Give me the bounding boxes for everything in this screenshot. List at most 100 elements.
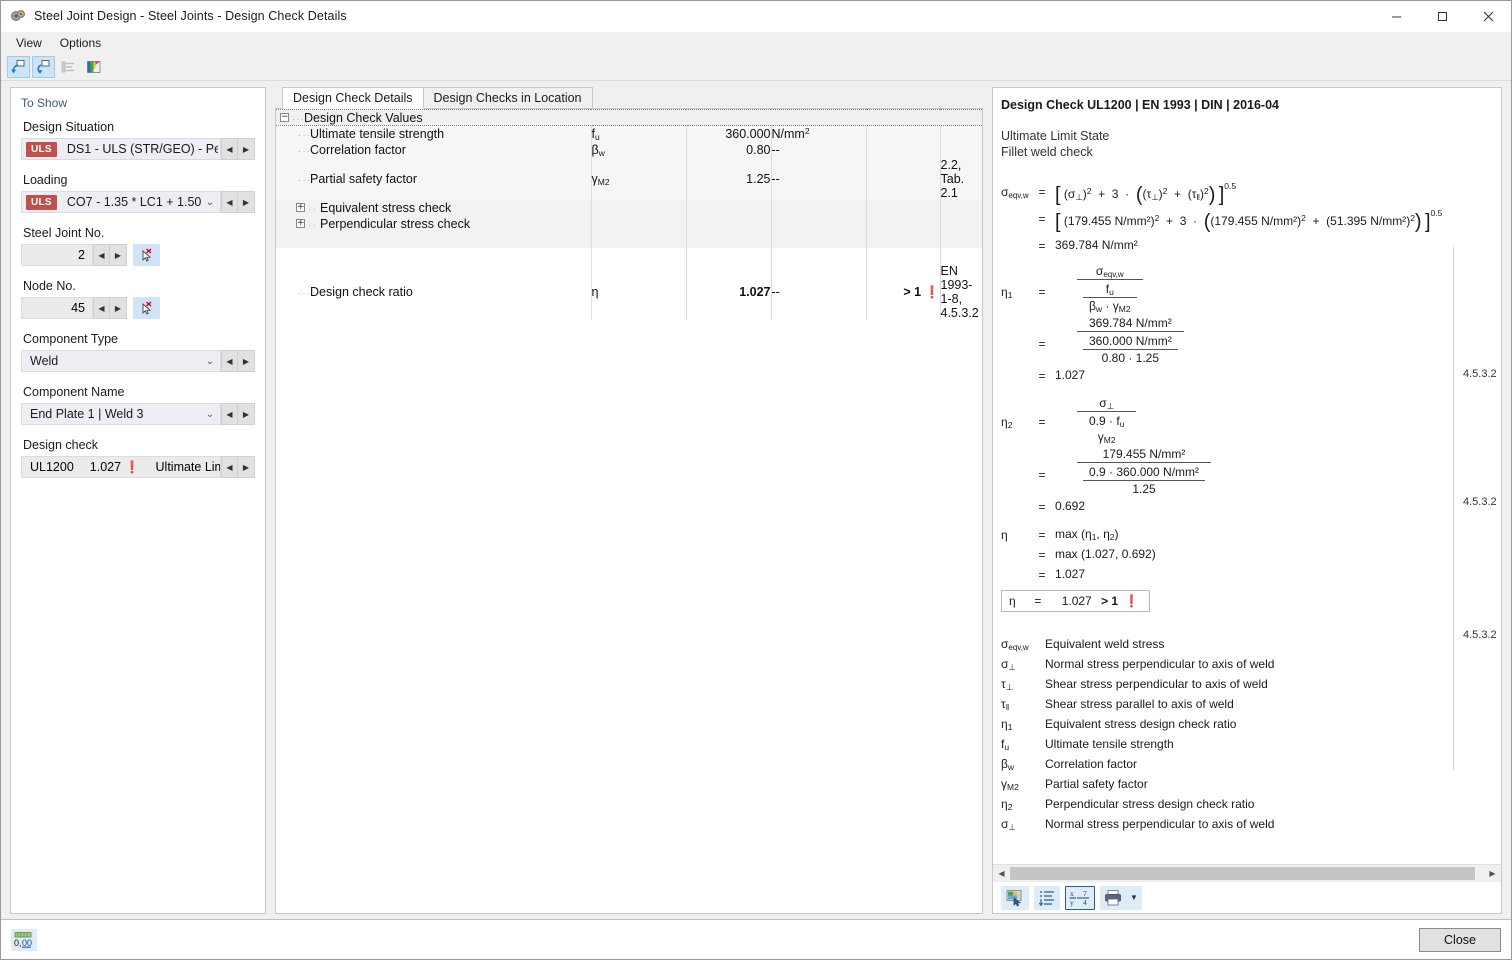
legend-row: σ⊥ Normal stress perpendicular to axis of… (1001, 654, 1493, 674)
undo-arrow-icon[interactable] (7, 56, 30, 78)
legend-row: σ⊥ Normal stress perpendicular to axis of… (1001, 814, 1493, 834)
chevron-down-icon[interactable]: ⌄ (202, 356, 218, 367)
design-situation-next-button[interactable]: ▶ (238, 138, 255, 160)
redo-arrow-icon[interactable] (32, 56, 55, 78)
steel-joint-no-label: Steel Joint No. (23, 226, 105, 240)
list-view-icon[interactable] (57, 56, 80, 78)
eta1-fraction-symbolic: σeqv,w fu βw · γM2 (1055, 263, 1493, 314)
legend-row: τ‖ Shear stress parallel to axis of weld (1001, 694, 1493, 714)
design-check-next-button[interactable]: ▶ (238, 456, 255, 478)
formula-block: 4.5.3.2 4.5.3.2 4.5.3.2 σeqv,w = [ (σ⊥)2… (1001, 181, 1497, 834)
legend-description: Partial safety factor (1045, 777, 1148, 791)
node-no-next-button[interactable]: ▶ (110, 297, 127, 319)
steel-joint-no-next-button[interactable]: ▶ (110, 244, 127, 266)
sigma-eqv-symbol: σeqv,w (1001, 185, 1029, 200)
component-type-prev-button[interactable]: ◀ (221, 350, 238, 372)
table-row[interactable]: ···Partial safety factor γM2 1.25 -- 2.2… (276, 157, 982, 200)
legend-description: Normal stress perpendicular to axis of w… (1045, 657, 1275, 671)
equals-sign: = (1038, 568, 1046, 582)
design-check-label: Design check (23, 438, 99, 452)
menu-options[interactable]: Options (51, 33, 110, 53)
print-icon[interactable]: ▼ (1100, 885, 1142, 910)
collapse-icon[interactable]: − (280, 112, 289, 122)
pick-node-icon[interactable] (133, 297, 160, 319)
table-row[interactable]: ···Ultimate tensile strength fu 360.000 … (276, 125, 982, 142)
legend-description: Equivalent stress design check ratio (1045, 717, 1237, 731)
tab-design-checks-in-location[interactable]: Design Checks in Location (422, 87, 593, 109)
legend-symbol: βw (1001, 757, 1015, 772)
menu-view[interactable]: View (7, 33, 51, 53)
design-check-combo[interactable]: UL1200 1.027 ❗ Ultimate Limit Sta... (21, 456, 221, 478)
title-bar: Steel Joint Design - Steel Joints - Desi… (1, 1, 1511, 32)
eta-result: 1.027 (1055, 567, 1086, 581)
component-type-next-button[interactable]: ▶ (238, 350, 255, 372)
left-splitter[interactable] (266, 81, 275, 919)
component-name-row: End Plate 1 | Weld 3 ⌄ ◀ ▶ (21, 403, 255, 425)
chevron-down-icon[interactable]: ⌄ (202, 409, 218, 420)
steel-joint-no-input[interactable]: 2 (21, 244, 93, 266)
expand-icon[interactable]: + (296, 218, 305, 228)
component-name-next-button[interactable]: ▶ (238, 403, 255, 425)
uls-badge: ULS (26, 194, 57, 210)
scrollbar-track[interactable] (1010, 865, 1484, 881)
design-situation-value: DS1 - ULS (STR/GEO) - Permane... (66, 142, 218, 156)
eta-symbol: η (1001, 528, 1008, 542)
design-situation-combo[interactable]: ULS DS1 - ULS (STR/GEO) - Permane... (21, 138, 221, 160)
formula-display-icon[interactable]: x y 7 4 (1065, 885, 1095, 910)
component-name-value: End Plate 1 | Weld 3 (30, 407, 144, 421)
node-no-prev-button[interactable]: ◀ (93, 297, 110, 319)
design-check-prev-button[interactable]: ◀ (221, 456, 238, 478)
design-situation-row: ULS DS1 - ULS (STR/GEO) - Permane... ◀ ▶ (21, 138, 255, 160)
loading-next-button[interactable]: ▶ (238, 191, 255, 213)
minimize-button[interactable] (1373, 1, 1419, 32)
close-button[interactable]: Close (1419, 927, 1501, 952)
eta2-symbolic: η2 = σ⊥ 0.9 · fu γM2 (1001, 395, 1493, 445)
sigma-eqv-expression-numeric: [ (179.455 N/mm²)2 + 3 · ((179.455 N/mm²… (1055, 208, 1443, 233)
design-check-ratio-row[interactable]: ···Design check ratio η 1.027 -- > 1 ❗ E… (276, 263, 982, 320)
legend-row: βw Correlation factor (1001, 754, 1493, 774)
expand-icon[interactable]: + (296, 202, 305, 212)
warning-icon: ❗ (124, 460, 140, 474)
equals-sign: = (1038, 415, 1046, 429)
row-symbol: η (590, 263, 686, 320)
eta2-numeric: = 179.455 N/mm² 0.9 · 360.000 N/mm² 1.25 (1001, 446, 1493, 496)
component-name-prev-button[interactable]: ◀ (221, 403, 238, 425)
row-reference (939, 141, 982, 158)
group-label: Perpendicular stress check (320, 216, 471, 231)
eta2-result: 0.692 (1055, 499, 1086, 513)
table-row[interactable]: ···Correlation factor βw 0.80 -- (276, 141, 982, 158)
tab-design-check-details[interactable]: Design Check Details (282, 87, 424, 109)
chevron-down-icon[interactable]: ▼ (1130, 893, 1138, 902)
horizontal-scrollbar[interactable]: ◀ ▶ (993, 864, 1501, 881)
reference-eta: 4.5.3.2 (1463, 629, 1497, 641)
loading-combo[interactable]: ULS CO7 - 1.35 * LC1 + 1.50 * LC5... ⌄ (21, 191, 221, 213)
scroll-left-arrow-icon[interactable]: ◀ (993, 869, 1010, 878)
detail-list-icon[interactable] (1034, 885, 1060, 910)
right-splitter[interactable] (983, 81, 992, 919)
color-result-icon[interactable] (82, 56, 105, 78)
maximize-button[interactable] (1419, 1, 1465, 32)
component-type-combo[interactable]: Weld ⌄ (21, 350, 221, 372)
design-check-description: Ultimate Limit Sta... (155, 460, 220, 474)
scroll-right-arrow-icon[interactable]: ▶ (1484, 869, 1501, 878)
steel-joint-no-prev-button[interactable]: ◀ (93, 244, 110, 266)
node-no-input[interactable]: 45 (21, 297, 93, 319)
design-situation-prev-button[interactable]: ◀ (221, 138, 238, 160)
chevron-down-icon[interactable]: ⌄ (202, 197, 218, 208)
table-group-header-row[interactable]: − ···Design Check Values (276, 109, 982, 126)
table-collapsed-group-row[interactable]: + ·· Equivalent stress check (276, 199, 982, 216)
main-toolbar (1, 54, 1511, 81)
table-collapsed-group-row[interactable]: + ·· Perpendicular stress check (276, 215, 982, 232)
close-window-button[interactable] (1465, 1, 1511, 32)
scrollbar-thumb[interactable] (1010, 866, 1475, 880)
svg-text:y: y (1070, 898, 1074, 907)
pick-steel-joint-icon[interactable] (133, 244, 160, 266)
component-name-combo[interactable]: End Plate 1 | Weld 3 ⌄ (21, 403, 221, 425)
decimal-places-icon[interactable]: 0, 00 (11, 928, 37, 951)
legend-description: Normal stress perpendicular to axis of w… (1045, 817, 1275, 831)
app-icon (10, 8, 26, 24)
row-compare (865, 141, 940, 158)
loading-prev-button[interactable]: ◀ (221, 191, 238, 213)
legend-symbol: σ⊥ (1001, 817, 1016, 832)
graphic-printout-icon[interactable] (1001, 885, 1029, 910)
